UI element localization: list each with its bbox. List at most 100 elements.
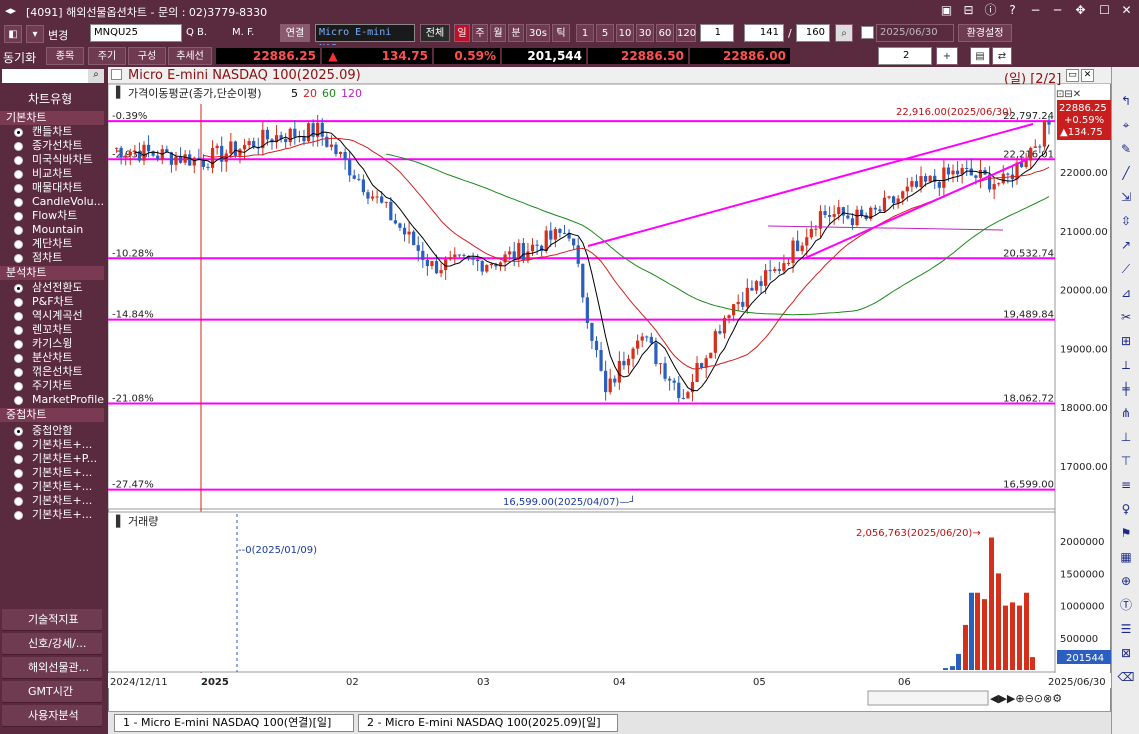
hline-icon[interactable]: ╪ xyxy=(1117,381,1135,397)
interval-10[interactable]: 10 xyxy=(616,24,634,42)
radio-icon[interactable] xyxy=(14,170,23,179)
radio-icon[interactable] xyxy=(14,298,23,307)
search-icon[interactable]: ⌕ xyxy=(88,69,104,83)
sidebar-item[interactable]: MarketProfile xyxy=(0,393,104,407)
radio-icon[interactable] xyxy=(14,326,23,335)
gender-icon[interactable]: ♀ xyxy=(1117,501,1135,517)
interval-120[interactable]: 120 xyxy=(676,24,696,42)
radio-icon[interactable] xyxy=(14,312,23,321)
pane-close-icon[interactable]: ✕ xyxy=(1081,69,1094,82)
radio-icon[interactable] xyxy=(14,156,23,165)
radio-icon[interactable] xyxy=(14,142,23,151)
fork-icon[interactable]: ⋔ xyxy=(1117,405,1135,421)
swap-icon[interactable]: ⇄ xyxy=(992,47,1012,65)
symbol-input[interactable]: MNQU25 xyxy=(90,24,182,42)
minimize-icon[interactable]: − xyxy=(1028,3,1043,18)
period-week[interactable]: 주 xyxy=(472,24,488,42)
sidebar-item[interactable]: 종가선차트 xyxy=(0,139,104,153)
date-checkbox[interactable] xyxy=(861,26,874,39)
radio-icon[interactable] xyxy=(14,254,23,263)
perp-icon[interactable]: ⟂ xyxy=(1117,357,1135,373)
help-icon[interactable]: ? xyxy=(1005,3,1020,18)
change-label[interactable]: 변경 xyxy=(48,27,68,43)
sidebar-item[interactable]: 중첩안함 xyxy=(0,424,104,438)
radio-icon[interactable] xyxy=(14,226,23,235)
compose-button[interactable]: 구성 xyxy=(128,47,166,65)
item-button[interactable]: 종목 xyxy=(46,47,84,65)
period-month[interactable]: 월 xyxy=(490,24,506,42)
add-icon[interactable]: + xyxy=(936,47,958,65)
settings-button[interactable]: 환경설정 xyxy=(958,24,1012,42)
radio-icon[interactable] xyxy=(14,382,23,391)
sidebar-item[interactable]: 캔들차트 xyxy=(0,125,104,139)
top-icon[interactable]: ⊤ xyxy=(1117,453,1135,469)
sidebar-item[interactable]: Mountain xyxy=(0,223,104,237)
sidebar-item[interactable]: 렌꼬차트 xyxy=(0,323,104,337)
cross-icon[interactable]: ⌖ xyxy=(1117,117,1135,133)
flag-icon[interactable]: ⚑ xyxy=(1117,525,1135,541)
tab-chart-1[interactable]: 1 - Micro E-mini NASDAQ 100(연결)[일] xyxy=(114,714,354,732)
chart-select-checkbox[interactable] xyxy=(111,69,122,80)
radio-icon[interactable] xyxy=(14,212,23,221)
pen-icon[interactable]: ✎ xyxy=(1117,141,1135,157)
radio-icon[interactable] xyxy=(14,240,23,249)
trend-icon[interactable]: ↗ xyxy=(1117,237,1135,253)
date-input[interactable]: 2025/06/30 xyxy=(876,24,954,42)
radio-icon[interactable] xyxy=(14,284,23,293)
triangle-icon[interactable]: ⊿ xyxy=(1117,285,1135,301)
line-icon[interactable]: ╱ xyxy=(1117,165,1135,181)
count-input[interactable]: 141 xyxy=(744,24,784,42)
window-icon[interactable]: ▭ xyxy=(1066,69,1079,82)
grid-icon[interactable]: ⊞ xyxy=(1117,333,1135,349)
sidebar-item[interactable]: 카기스윙 xyxy=(0,337,104,351)
radio-icon[interactable] xyxy=(14,354,23,363)
plus-icon[interactable]: ⊕ xyxy=(1117,573,1135,589)
cut-icon[interactable]: ✂ xyxy=(1117,309,1135,325)
sidebar-bottom-button[interactable]: 기술적지표 xyxy=(2,609,102,631)
radio-icon[interactable] xyxy=(14,396,23,405)
tab-chart-2[interactable]: 2 - Micro E-mini NASDAQ 100(2025.09)[일] xyxy=(358,714,618,732)
sidebar-bottom-button[interactable]: 신호/강세/... xyxy=(2,633,102,655)
trendline-button[interactable]: 추세선 xyxy=(168,47,212,65)
app-menu-icon[interactable]: ◂▸ xyxy=(5,4,16,17)
sidebar-item[interactable]: 계단차트 xyxy=(0,237,104,251)
radio-icon[interactable] xyxy=(14,427,23,436)
radio-icon[interactable] xyxy=(14,128,23,137)
sidebar-item[interactable]: 기본차트+... xyxy=(0,466,104,480)
maximize-icon[interactable]: ☐ xyxy=(1097,3,1112,18)
sidebar-item[interactable]: 점차트 xyxy=(0,251,104,265)
radio-icon[interactable] xyxy=(14,455,23,464)
sidebar-item[interactable]: 기본차트+... xyxy=(0,438,104,452)
sidebar-item[interactable]: 미국식바차트 xyxy=(0,153,104,167)
radio-icon[interactable] xyxy=(14,469,23,478)
sidebar-item[interactable]: 기본차트+... xyxy=(0,494,104,508)
radio-icon[interactable] xyxy=(14,497,23,506)
close-icon[interactable]: ✕ xyxy=(1119,3,1134,18)
radio-icon[interactable] xyxy=(14,511,23,520)
clear-icon[interactable]: ⊠ xyxy=(1117,645,1135,661)
radio-icon[interactable] xyxy=(14,441,23,450)
zoom-icon[interactable]: ⌕ xyxy=(835,24,853,42)
period-button[interactable]: 주기 xyxy=(88,47,126,65)
sidebar-item[interactable]: 역시계곡선 xyxy=(0,309,104,323)
vline-icon[interactable]: ⇳ xyxy=(1117,213,1135,229)
arrow-icon[interactable]: ↰ xyxy=(1117,93,1135,109)
search-icon[interactable]: Q B. xyxy=(186,27,207,38)
sidebar-item[interactable]: 주기차트 xyxy=(0,379,104,393)
tile-icon[interactable]: ⊟ xyxy=(961,3,976,18)
sidebar-item[interactable]: Flow차트 xyxy=(0,209,104,223)
sync-label[interactable]: 동기화 xyxy=(3,49,36,66)
sidebar-item[interactable]: CandleVolu... xyxy=(0,195,104,209)
link-button[interactable]: 연결 xyxy=(280,24,310,42)
down-icon[interactable]: ▾ xyxy=(26,25,44,43)
layout-select[interactable]: 2 xyxy=(878,47,932,65)
radio-icon[interactable] xyxy=(14,198,23,207)
sidebar-item[interactable]: 비교차트 xyxy=(0,167,104,181)
channel-icon[interactable]: ⟋ xyxy=(1117,261,1135,277)
ray-icon[interactable]: ⇲ xyxy=(1117,189,1135,205)
sidebar-bottom-button[interactable]: 해외선물관... xyxy=(2,657,102,679)
move-icon[interactable]: ✥ xyxy=(1073,3,1088,18)
sidebar-item[interactable]: 매물대차트 xyxy=(0,181,104,195)
expand-icon[interactable]: ◧ xyxy=(4,25,22,43)
step-spinner[interactable]: 1 xyxy=(700,24,734,42)
